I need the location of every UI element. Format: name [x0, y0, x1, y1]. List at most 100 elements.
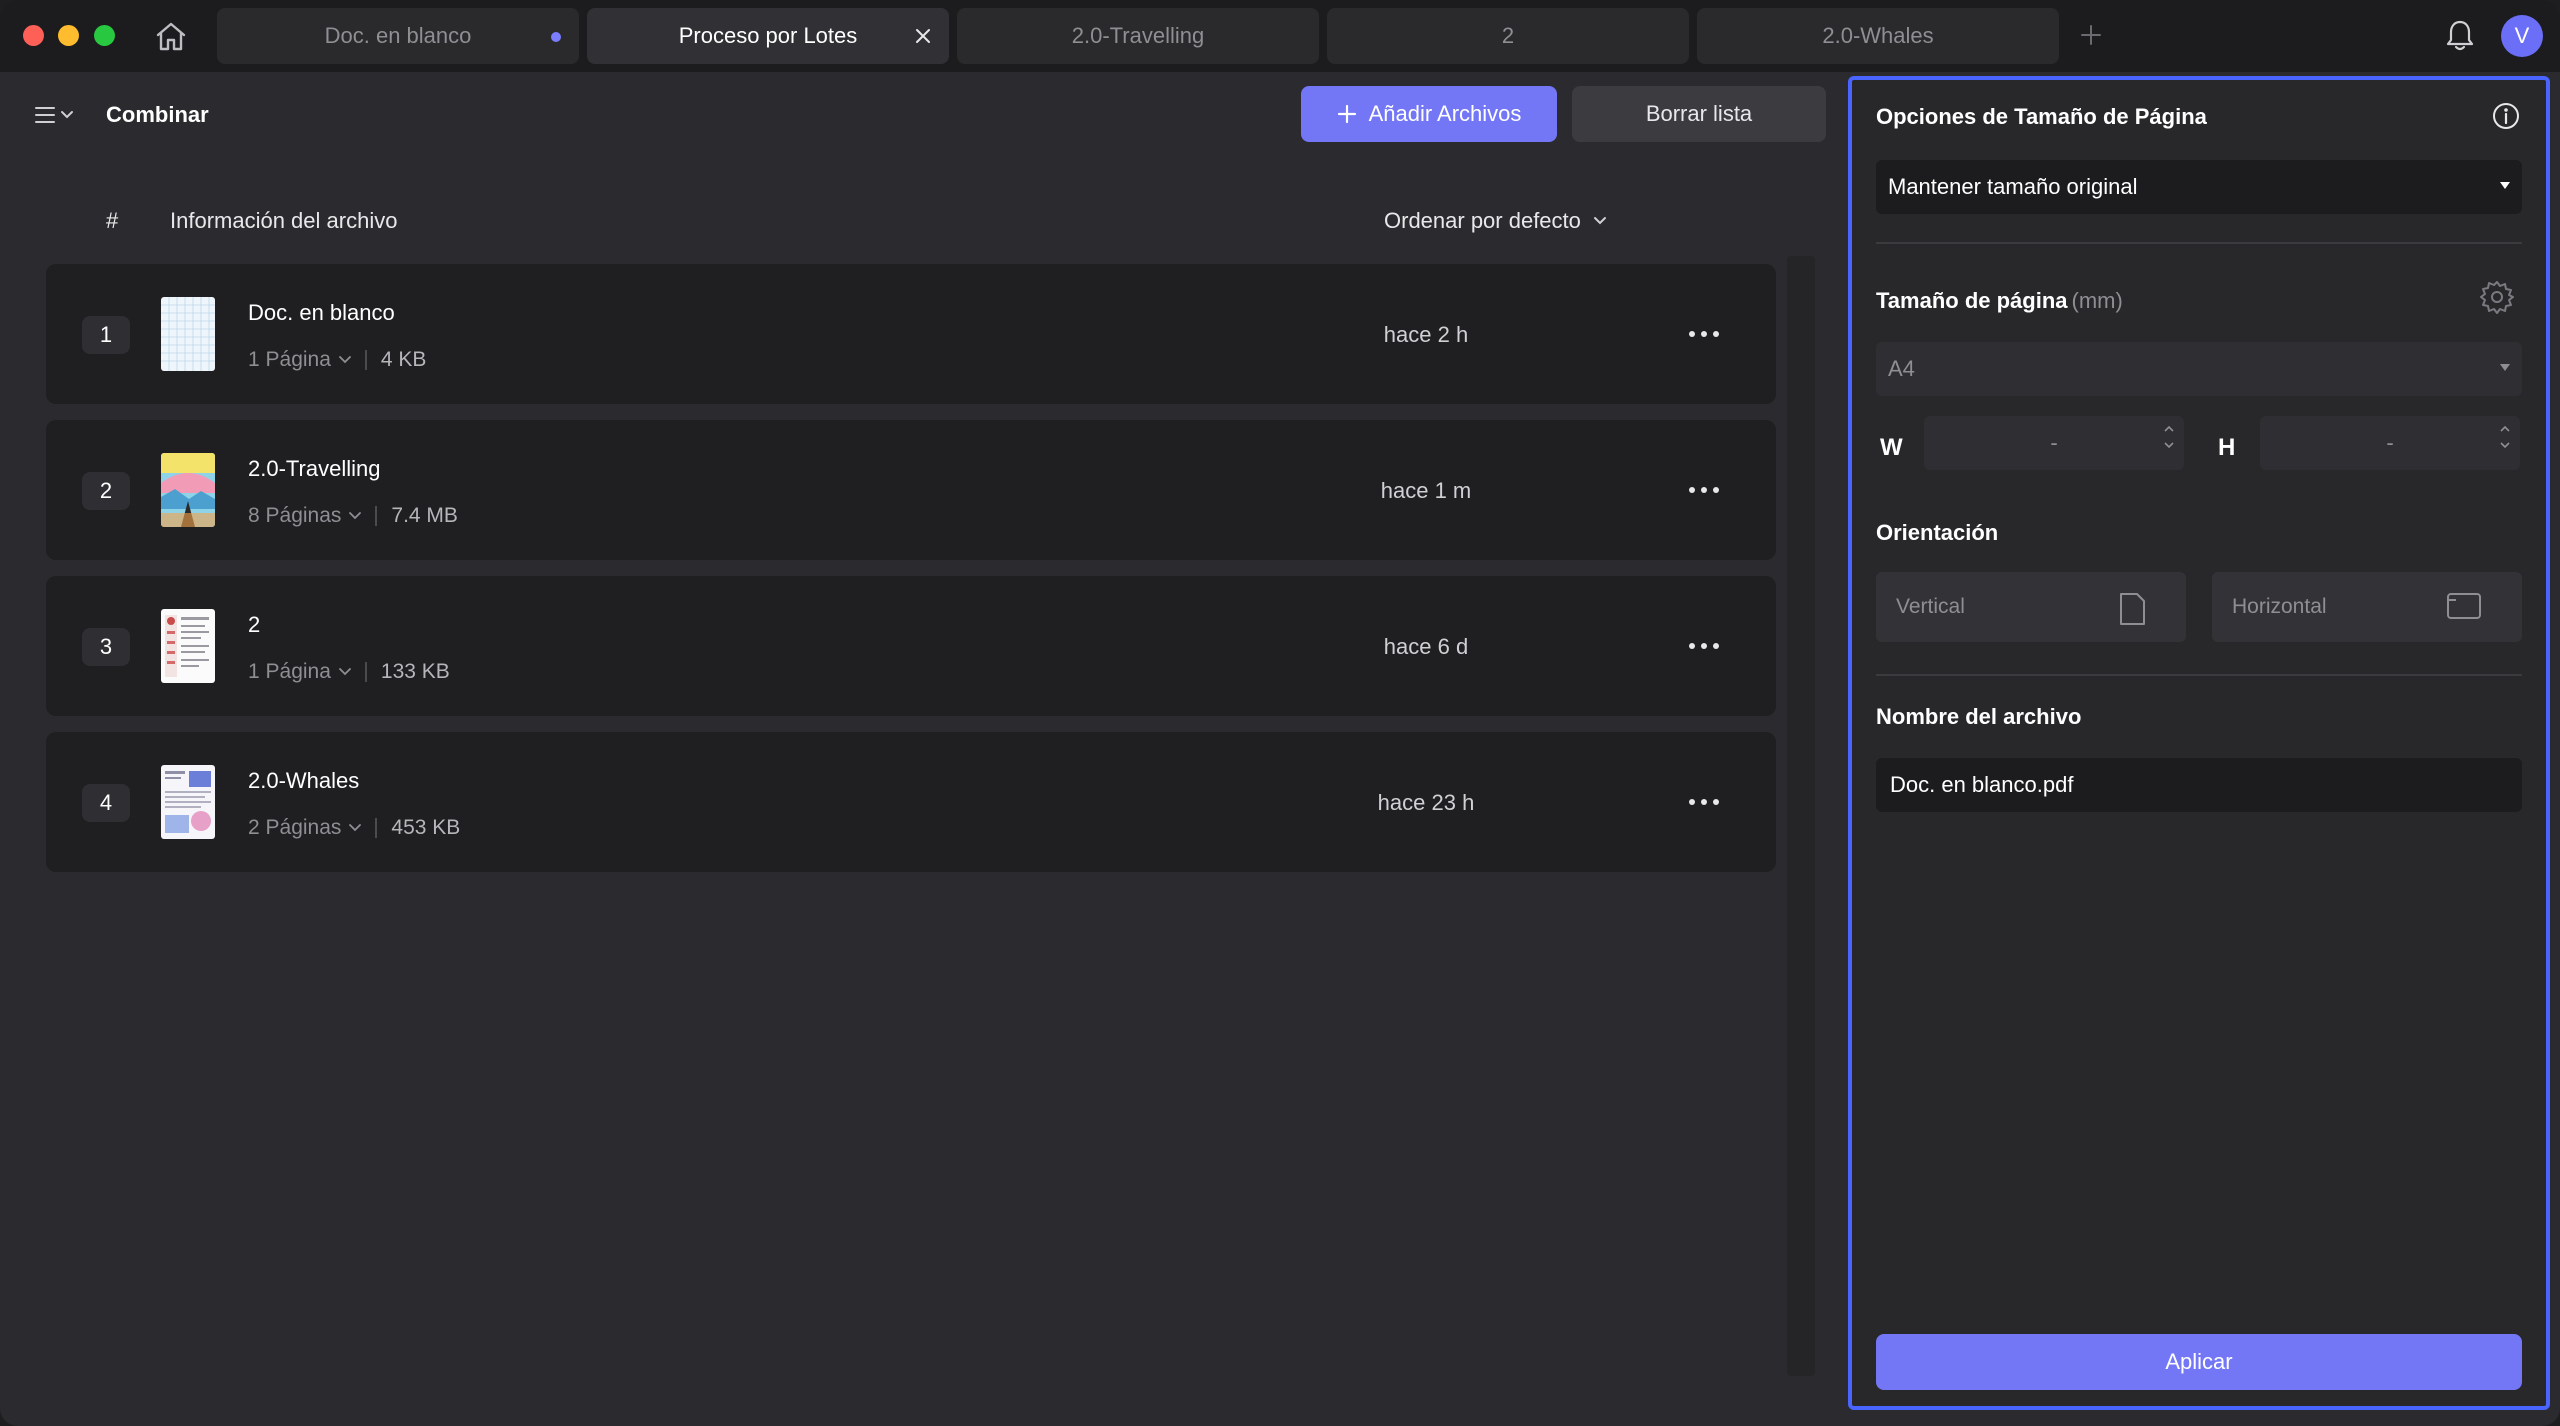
file-row[interactable]: 1 Doc. en blanco 1 Página 4 KB hace 2 h [46, 264, 1776, 404]
height-value: - [2386, 430, 2394, 455]
scrollbar[interactable] [1787, 256, 1815, 1376]
row-number: 1 [82, 316, 130, 354]
file-row[interactable]: 2 2.0-Travelling 8 Páginas 7.4 MB hace 1… [46, 420, 1776, 560]
divider [375, 506, 378, 526]
close-window-button[interactable] [23, 25, 44, 46]
page-size-value: A4 [1888, 356, 1915, 381]
panel-title: Opciones de Tamaño de Página [1876, 104, 2207, 129]
home-icon[interactable] [151, 18, 191, 54]
orientation-horizontal-button[interactable]: Horizontal [2212, 572, 2522, 642]
page-size-unit: (mm) [2071, 288, 2123, 313]
file-size: 7.4 MB [391, 504, 458, 527]
app-window: Doc. en blanco Proceso por Lotes 2.0-Tra… [0, 0, 2560, 1426]
row-number: 3 [82, 628, 130, 666]
height-stepper-icon[interactable] [2500, 426, 2510, 448]
divider [1876, 242, 2522, 244]
tab-doc-en-blanco[interactable]: Doc. en blanco [217, 8, 579, 64]
tab-proceso-por-lotes[interactable]: Proceso por Lotes [587, 8, 949, 64]
file-meta: 1 Página 4 KB [248, 348, 426, 372]
file-meta: 2 Páginas 453 KB [248, 816, 460, 840]
page-size-label: Tamaño de página (mm) [1876, 288, 2123, 314]
portrait-page-icon [2118, 592, 2146, 632]
filename-input[interactable]: Doc. en blanco.pdf [1876, 758, 2522, 812]
height-input[interactable]: - [2260, 416, 2520, 470]
filename-label: Nombre del archivo [1876, 704, 2082, 729]
chevron-down-icon [61, 111, 73, 119]
maximize-window-button[interactable] [94, 25, 115, 46]
page-count-dropdown[interactable]: 8 Páginas [248, 504, 362, 528]
row-number: 2 [82, 472, 130, 510]
horizontal-label: Horizontal [2232, 595, 2327, 618]
tab-label: Proceso por Lotes [678, 23, 858, 48]
apply-button[interactable]: Aplicar [1876, 1334, 2522, 1390]
page-size-options-panel: Opciones de Tamaño de Página Mantener ta… [1848, 76, 2550, 1410]
sort-dropdown[interactable]: Ordenar por defecto [1384, 208, 1607, 234]
close-tab-icon[interactable] [911, 24, 935, 48]
more-options-icon[interactable] [1684, 316, 1724, 352]
file-size: 4 KB [380, 348, 427, 371]
row-number: 4 [82, 784, 130, 822]
chevron-down-icon [339, 668, 351, 676]
width-input[interactable]: - [1924, 416, 2184, 470]
page-count: 8 Páginas [248, 504, 342, 527]
tab-2-0-whales[interactable]: 2.0-Whales [1697, 8, 2059, 64]
chevron-down-icon [349, 512, 362, 520]
toolbar: Combinar Añadir Archivos Borrar lista [0, 72, 1840, 156]
page-count-dropdown[interactable]: 1 Página [248, 660, 351, 684]
new-tab-plus-icon[interactable] [2074, 18, 2108, 52]
chevron-down-icon [1593, 217, 1606, 225]
file-name: 2.0-Travelling [248, 456, 381, 481]
file-row[interactable]: 3 2 1 Página 133 KB hace 6 d [46, 576, 1776, 716]
tab-2-0-travelling[interactable]: 2.0-Travelling [957, 8, 1319, 64]
page-count-dropdown[interactable]: 2 Páginas [248, 816, 362, 840]
menu-button[interactable] [34, 100, 82, 130]
clear-list-button[interactable]: Borrar lista [1572, 86, 1826, 142]
width-value: - [2050, 430, 2058, 455]
tab-label: Doc. en blanco [324, 23, 472, 48]
file-time: hace 23 h [1377, 790, 1475, 815]
size-option-value: Mantener tamaño original [1888, 174, 2138, 199]
page-size-select[interactable]: A4 [1876, 342, 2522, 396]
file-size: 133 KB [380, 660, 450, 683]
page-count: 1 Página [248, 348, 331, 371]
plus-icon [1337, 104, 1356, 124]
tab-2[interactable]: 2 [1327, 8, 1689, 64]
avatar[interactable]: V [2501, 15, 2543, 57]
more-options-icon[interactable] [1684, 628, 1724, 664]
divider [364, 662, 367, 682]
more-options-icon[interactable] [1684, 472, 1724, 508]
file-name: Doc. en blanco [248, 300, 395, 325]
height-label: H [2218, 434, 2236, 461]
file-name: 2.0-Whales [248, 768, 360, 793]
landscape-page-icon [2446, 592, 2482, 626]
file-row[interactable]: 4 2.0-Whales 2 Páginas 453 KB hace 23 h [46, 732, 1776, 872]
file-time: hace 6 d [1383, 634, 1469, 659]
chevron-down-icon [339, 356, 351, 364]
add-files-label: Añadir Archivos [1368, 101, 1522, 126]
info-icon[interactable] [2490, 100, 2522, 132]
file-time: hace 2 h [1383, 322, 1469, 347]
tab-label: 2.0-Travelling [1071, 23, 1205, 48]
column-number-header: # [106, 208, 119, 233]
width-stepper-icon[interactable] [2164, 426, 2174, 448]
orientation-vertical-button[interactable]: Vertical [1876, 572, 2186, 642]
file-thumbnail [161, 453, 215, 527]
divider [364, 350, 367, 370]
file-time: hace 1 m [1380, 478, 1472, 503]
sort-label: Ordenar por defecto [1384, 208, 1581, 233]
minimize-window-button[interactable] [58, 25, 79, 46]
page-count-dropdown[interactable]: 1 Página [248, 348, 351, 372]
add-files-button[interactable]: Añadir Archivos [1301, 86, 1557, 142]
page-title: Combinar [106, 102, 209, 127]
divider [1876, 674, 2522, 676]
file-thumbnail [161, 765, 215, 839]
size-option-select[interactable]: Mantener tamaño original [1876, 160, 2522, 214]
file-list-header: # Información del archivo Ordenar por de… [0, 190, 1800, 250]
gear-icon[interactable] [2478, 278, 2516, 316]
notification-bell-icon[interactable] [2442, 17, 2478, 55]
unsaved-dot-icon [551, 32, 561, 42]
page-count: 2 Páginas [248, 816, 342, 839]
page-size-label-text: Tamaño de página [1876, 288, 2068, 313]
more-options-icon[interactable] [1684, 784, 1724, 820]
file-meta: 1 Página 133 KB [248, 660, 450, 684]
